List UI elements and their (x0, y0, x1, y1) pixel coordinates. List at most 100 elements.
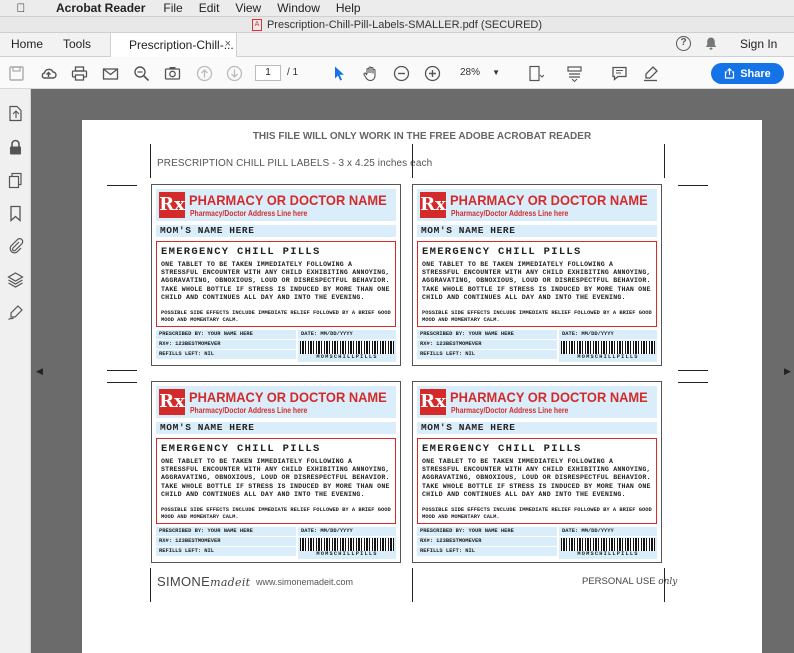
apple-icon[interactable]:  (14, 1, 28, 15)
rx-date: DATE: MM/DD/YYYY (298, 330, 396, 339)
collapse-right-panel-icon[interactable]: ▶ (784, 366, 791, 377)
page-thumbnails-icon[interactable] (7, 172, 24, 189)
menu-edit[interactable]: Edit (199, 1, 220, 15)
rx-date: DATE: MM/DD/YYYY (559, 330, 657, 339)
share-button-label: Share (740, 67, 771, 80)
share-button[interactable]: Share (711, 63, 784, 84)
page-number-input[interactable]: 1 (255, 65, 281, 81)
prescribed-by: PRESCRIBED BY: YOUR NAME HERE (156, 527, 296, 536)
crop-mark (412, 144, 413, 178)
barcode-bars (300, 341, 394, 354)
barcode-text: MOMSCHILLPILLS (316, 354, 378, 360)
barcode: MOMSCHILLPILLS (559, 340, 657, 362)
prescription-label: Rx PHARMACY OR DOCTOR NAME Pharmacy/Doct… (412, 184, 662, 366)
drug-name: EMERGENCY CHILL PILLS (422, 246, 582, 258)
rx-details: EMERGENCY CHILL PILLS ONE TABLET TO BE T… (417, 241, 657, 327)
menu-help[interactable]: Help (336, 1, 361, 15)
crop-mark (412, 568, 413, 602)
scroll-mode-icon[interactable] (566, 65, 583, 83)
close-icon[interactable]: × (225, 38, 231, 50)
drug-name: EMERGENCY CHILL PILLS (161, 443, 321, 455)
bell-icon[interactable] (705, 37, 717, 50)
label-header: Rx PHARMACY OR DOCTOR NAME Pharmacy/Doct… (417, 386, 657, 418)
prescribed-by: PRESCRIBED BY: YOUR NAME HERE (156, 330, 296, 339)
drug-name: EMERGENCY CHILL PILLS (422, 443, 582, 455)
tab-document-label: Prescription-Chill-... (129, 38, 234, 52)
layers-icon[interactable] (7, 271, 24, 288)
zoom-search-icon[interactable] (133, 65, 150, 82)
share-icon (725, 68, 735, 79)
crop-mark (678, 185, 708, 186)
refills-left: REFILLS LEFT: NIL (417, 547, 557, 556)
menu-window[interactable]: Window (277, 1, 320, 15)
save-icon[interactable] (8, 65, 25, 82)
zoom-out-icon[interactable] (393, 65, 410, 82)
rx-date: DATE: MM/DD/YYYY (298, 527, 396, 536)
attachment-icon[interactable] (7, 237, 24, 254)
print-icon[interactable] (71, 65, 88, 82)
prescribed-by: PRESCRIBED BY: YOUR NAME HERE (417, 527, 557, 536)
tab-tools[interactable]: Tools (63, 37, 91, 51)
brand-script: madeit (210, 576, 251, 589)
barcode-text: MOMSCHILLPILLS (316, 551, 378, 557)
rx-details: EMERGENCY CHILL PILLS ONE TABLET TO BE T… (156, 438, 396, 524)
previous-page-icon[interactable] (196, 65, 213, 82)
zoom-in-icon[interactable] (424, 65, 441, 82)
zoom-level-select[interactable]: 28% ▼ (455, 65, 503, 81)
rx-number: RX#: 123BESTMOMEVER (417, 340, 557, 349)
crop-mark (678, 370, 708, 371)
side-effects: POSSIBLE SIDE EFFECTS INCLUDE IMMEDIATE … (422, 310, 652, 323)
pharmacy-address: Pharmacy/Doctor Address Line here (190, 209, 308, 218)
menu-view[interactable]: View (235, 1, 261, 15)
patient-name: MOM'S NAME HERE (417, 225, 657, 237)
rx-date: DATE: MM/DD/YYYY (559, 527, 657, 536)
menu-app-name[interactable]: Acrobat Reader (56, 1, 145, 15)
barcode: MOMSCHILLPILLS (298, 537, 396, 559)
crop-mark (107, 382, 137, 383)
pharmacy-name: PHARMACY OR DOCTOR NAME (450, 389, 648, 405)
signature-icon[interactable] (7, 304, 24, 321)
personal-use-note: PERSONAL USE only (582, 576, 677, 587)
prescription-label: Rx PHARMACY OR DOCTOR NAME Pharmacy/Doct… (412, 381, 662, 563)
rx-logo: Rx (420, 389, 446, 415)
page-fit-icon[interactable] (527, 65, 545, 82)
comment-icon[interactable] (611, 65, 628, 82)
personal-use-text: PERSONAL USE (582, 576, 659, 587)
tab-bar: Home Tools Prescription-Chill-... × ? Si… (0, 33, 794, 57)
help-icon[interactable]: ? (676, 36, 691, 51)
refills-left: REFILLS LEFT: NIL (417, 350, 557, 359)
cloud-upload-icon[interactable] (40, 65, 57, 82)
window-title-bar: A Prescription-Chill-Pill-Labels-SMALLER… (0, 17, 794, 33)
menu-file[interactable]: File (163, 1, 182, 15)
crop-mark (678, 382, 708, 383)
barcode-text: MOMSCHILLPILLS (577, 354, 639, 360)
label-header: Rx PHARMACY OR DOCTOR NAME Pharmacy/Doct… (156, 386, 396, 418)
page-count: / 1 (287, 67, 299, 78)
export-pdf-icon[interactable] (7, 105, 24, 122)
barcode: MOMSCHILLPILLS (298, 340, 396, 362)
tab-document[interactable]: Prescription-Chill-... × (110, 33, 237, 57)
reader-warning: THIS FILE WILL ONLY WORK IN THE FREE ADO… (252, 131, 592, 142)
lock-icon[interactable] (7, 139, 24, 156)
next-page-icon[interactable] (226, 65, 243, 82)
crop-mark (107, 185, 137, 186)
rx-number: RX#: 123BESTMOMEVER (156, 340, 296, 349)
side-effects: POSSIBLE SIDE EFFECTS INCLUDE IMMEDIATE … (161, 310, 391, 323)
collapse-left-panel-icon[interactable]: ◀ (36, 366, 43, 377)
highlight-pen-icon[interactable] (642, 65, 659, 82)
left-sidebar (0, 89, 31, 653)
tab-home[interactable]: Home (11, 37, 43, 51)
snapshot-icon[interactable] (164, 65, 181, 82)
patient-name: MOM'S NAME HERE (417, 422, 657, 434)
brand-url: www.simonemadeit.com (256, 577, 354, 587)
pharmacy-name: PHARMACY OR DOCTOR NAME (189, 389, 387, 405)
bookmark-icon[interactable] (7, 205, 24, 222)
side-effects: POSSIBLE SIDE EFFECTS INCLUDE IMMEDIATE … (161, 507, 391, 520)
pharmacy-address: Pharmacy/Doctor Address Line here (190, 406, 308, 415)
sign-in-link[interactable]: Sign In (740, 37, 777, 51)
prescription-label: Rx PHARMACY OR DOCTOR NAME Pharmacy/Doct… (151, 184, 401, 366)
hand-tool-icon[interactable] (362, 65, 379, 82)
email-icon[interactable] (102, 65, 119, 82)
select-cursor-icon[interactable] (331, 65, 348, 82)
rx-logo: Rx (420, 192, 446, 218)
